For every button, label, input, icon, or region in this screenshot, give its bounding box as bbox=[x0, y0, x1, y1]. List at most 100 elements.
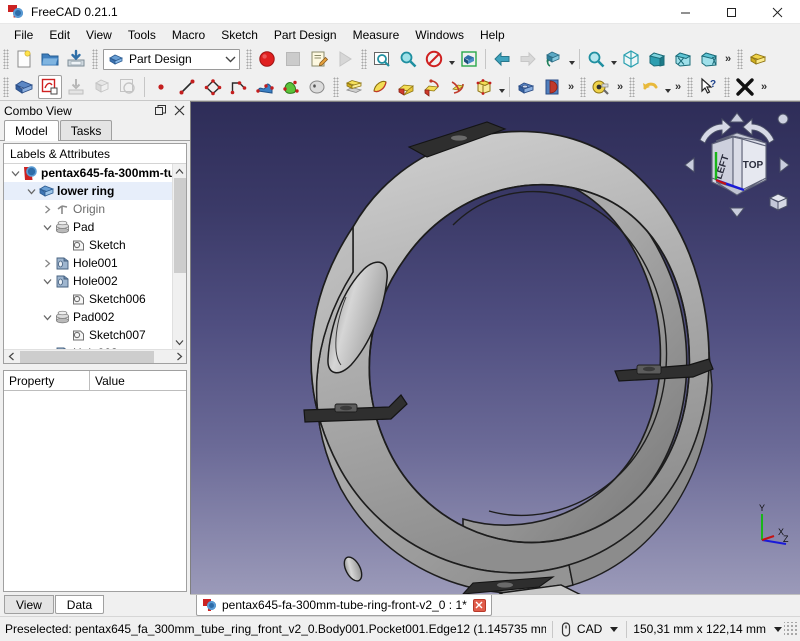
groove-icon[interactable] bbox=[540, 75, 564, 99]
create-periodic-bspline-icon[interactable] bbox=[279, 75, 303, 99]
menu-edit[interactable]: Edit bbox=[41, 25, 78, 44]
toolbar-grip-icon[interactable] bbox=[361, 49, 367, 69]
chevron-down-icon[interactable] bbox=[40, 308, 54, 326]
create-point-icon[interactable] bbox=[149, 75, 173, 99]
macro-execute-icon[interactable] bbox=[333, 47, 357, 71]
macro-record-icon[interactable] bbox=[255, 47, 279, 71]
chevron-down-icon[interactable] bbox=[8, 164, 22, 182]
whats-this-icon[interactable]: ? bbox=[696, 75, 720, 99]
macro-edit-icon[interactable] bbox=[307, 47, 331, 71]
resize-grip-icon[interactable] bbox=[784, 622, 798, 636]
draw-style-dropdown-icon[interactable] bbox=[447, 47, 456, 71]
tree-item[interactable]: Hole002 bbox=[4, 272, 172, 290]
selection-view-icon[interactable] bbox=[457, 47, 481, 71]
chevron-down-icon[interactable] bbox=[607, 627, 620, 632]
toolbar-grip-icon[interactable] bbox=[3, 76, 9, 97]
toolbar-grip-icon[interactable] bbox=[687, 76, 693, 97]
tree-item[interactable]: Pad bbox=[4, 218, 172, 236]
toolbar-grip-icon[interactable] bbox=[737, 49, 743, 69]
create-polyline-icon[interactable] bbox=[201, 75, 225, 99]
chevron-down-icon[interactable] bbox=[222, 50, 239, 69]
toolbar-overflow-button[interactable]: » bbox=[672, 75, 684, 99]
toolbar-grip-icon[interactable] bbox=[246, 49, 252, 69]
tab-view[interactable]: View bbox=[4, 595, 54, 614]
scroll-thumb[interactable] bbox=[20, 350, 154, 363]
undo-dropdown-icon[interactable] bbox=[663, 75, 672, 99]
attach-sketch-icon[interactable] bbox=[64, 75, 88, 99]
pad-icon[interactable] bbox=[342, 75, 366, 99]
measure-icon[interactable] bbox=[589, 75, 613, 99]
toolbar-overflow-button[interactable]: » bbox=[565, 75, 577, 99]
additive-pipe-icon[interactable] bbox=[420, 75, 444, 99]
back-arrow-icon[interactable] bbox=[490, 47, 514, 71]
scroll-left-icon[interactable] bbox=[4, 350, 18, 364]
maximize-button[interactable] bbox=[708, 0, 754, 24]
menu-tools[interactable]: Tools bbox=[120, 25, 164, 44]
navigation-cube[interactable]: LEFT TOP bbox=[682, 110, 792, 220]
undock-icon[interactable] bbox=[152, 103, 168, 119]
tab-data[interactable]: Data bbox=[54, 595, 105, 614]
pocket-icon[interactable] bbox=[514, 75, 538, 99]
tree-item[interactable]: Origin bbox=[4, 200, 172, 218]
tree-item[interactable]: Pad002 bbox=[4, 308, 172, 326]
tree-horizontal-scrollbar[interactable] bbox=[4, 349, 186, 363]
additive-primitive-icon[interactable] bbox=[472, 75, 496, 99]
toolbar-overflow-button[interactable]: » bbox=[758, 75, 770, 99]
menu-view[interactable]: View bbox=[78, 25, 120, 44]
undo-icon[interactable] bbox=[638, 75, 662, 99]
3d-viewport[interactable]: LEFT TOP Y X Z bbox=[190, 101, 800, 594]
close-icon[interactable] bbox=[171, 103, 187, 119]
scroll-thumb[interactable] bbox=[173, 178, 186, 273]
additive-primitive-dropdown-icon[interactable] bbox=[497, 75, 506, 99]
chevron-right-icon[interactable] bbox=[40, 344, 54, 349]
chevron-down-icon[interactable] bbox=[24, 182, 38, 200]
create-part-icon[interactable] bbox=[746, 47, 770, 71]
menu-help[interactable]: Help bbox=[472, 25, 513, 44]
draw-style-icon[interactable] bbox=[422, 47, 446, 71]
menu-sketch[interactable]: Sketch bbox=[213, 25, 266, 44]
tree-vertical-scrollbar[interactable] bbox=[172, 164, 186, 349]
toolbar-grip-icon[interactable] bbox=[333, 76, 339, 97]
axonometric-dropdown-icon[interactable] bbox=[567, 47, 576, 71]
toolbar-overflow-button[interactable]: » bbox=[722, 47, 734, 71]
dimension-readout[interactable]: 150,31 mm x 122,14 mm bbox=[633, 622, 784, 636]
zoom-icon[interactable] bbox=[584, 47, 608, 71]
sketch-geometry-icon[interactable] bbox=[305, 75, 329, 99]
toolbar-grip-icon[interactable] bbox=[580, 76, 586, 97]
tab-model[interactable]: Model bbox=[4, 120, 59, 141]
tree-item[interactable]: Sketch bbox=[4, 236, 172, 254]
front-view-icon[interactable] bbox=[645, 47, 669, 71]
document-tab[interactable]: pentax645-fa-300mm-tube-ring-front-v2_0 … bbox=[196, 595, 492, 616]
forward-arrow-icon[interactable] bbox=[516, 47, 540, 71]
chevron-down-icon[interactable] bbox=[771, 627, 784, 632]
chevron-right-icon[interactable] bbox=[40, 254, 54, 272]
new-document-icon[interactable] bbox=[12, 47, 36, 71]
open-document-icon[interactable] bbox=[38, 47, 62, 71]
toolbar-grip-icon[interactable] bbox=[92, 49, 98, 69]
toolbar-overflow-button[interactable]: » bbox=[614, 75, 626, 99]
create-sketch-icon[interactable] bbox=[38, 74, 62, 99]
navigation-style-selector[interactable]: CAD bbox=[559, 621, 620, 637]
chevron-right-icon[interactable] bbox=[40, 200, 54, 218]
additive-loft-icon[interactable] bbox=[394, 75, 418, 99]
validate-sketch-icon[interactable] bbox=[90, 75, 114, 99]
right-view-icon[interactable] bbox=[697, 47, 721, 71]
fit-selection-icon[interactable] bbox=[396, 47, 420, 71]
close-icon[interactable] bbox=[472, 598, 486, 612]
menu-measure[interactable]: Measure bbox=[345, 25, 408, 44]
map-sketch-icon[interactable] bbox=[116, 75, 140, 99]
menu-windows[interactable]: Windows bbox=[407, 25, 472, 44]
tree-item[interactable]: Sketch006 bbox=[4, 290, 172, 308]
macro-stop-icon[interactable] bbox=[281, 47, 305, 71]
create-arc-icon[interactable] bbox=[227, 75, 251, 99]
axonometric-view-icon[interactable] bbox=[542, 47, 566, 71]
tree-item[interactable]: lower ring bbox=[4, 182, 172, 200]
create-body-icon[interactable] bbox=[12, 75, 36, 99]
menu-part-design[interactable]: Part Design bbox=[266, 25, 345, 44]
chevron-down-icon[interactable] bbox=[40, 218, 54, 236]
toolbar-grip-icon[interactable] bbox=[629, 76, 635, 97]
revolution-icon[interactable] bbox=[368, 75, 392, 99]
tab-tasks[interactable]: Tasks bbox=[59, 120, 113, 140]
zoom-dropdown-icon[interactable] bbox=[609, 47, 618, 71]
menu-macro[interactable]: Macro bbox=[164, 25, 213, 44]
